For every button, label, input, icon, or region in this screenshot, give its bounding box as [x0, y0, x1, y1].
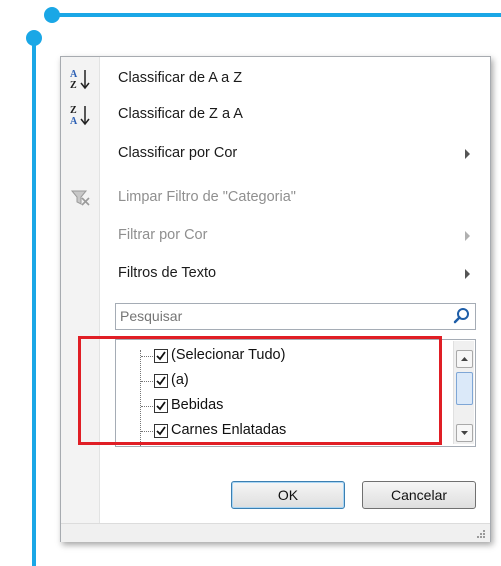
clear-filter-item[interactable]: Limpar Filtro de "Categoria"	[61, 180, 490, 216]
sort-a-to-z-item[interactable]: A Z Classificar de A a Z	[61, 61, 490, 97]
sort-za-icon: Z A	[70, 105, 90, 127]
scroll-thumb[interactable]	[456, 372, 473, 405]
sort-az-icon: A Z	[70, 69, 90, 91]
decorative-line-vertical	[32, 36, 36, 566]
autofilter-dropdown-menu: A Z Classificar de A a Z Z A Classificar…	[60, 56, 491, 542]
list-scrollbar[interactable]	[453, 341, 474, 444]
svg-text:Z: Z	[70, 80, 77, 91]
text-filters-item[interactable]: Filtros de Texto	[61, 256, 490, 292]
sort-by-color-item[interactable]: Classificar por Cor	[61, 136, 490, 172]
svg-text:A: A	[70, 69, 78, 80]
menu-item-label: Filtrar por Cor	[118, 227, 208, 243]
search-icon[interactable]	[453, 307, 471, 325]
chevron-down-icon	[461, 431, 468, 435]
search-input[interactable]	[120, 307, 440, 325]
menu-item-label: Classificar de A a Z	[118, 70, 243, 86]
menu-item-label: Classificar por Cor	[118, 145, 238, 161]
search-box[interactable]	[115, 303, 476, 330]
cancel-button[interactable]: Cancelar	[362, 481, 476, 509]
decorative-dot-top	[44, 7, 60, 23]
menu-resize-bar	[61, 523, 490, 542]
chevron-up-icon	[461, 357, 468, 361]
submenu-arrow-icon	[465, 269, 470, 279]
highlight-box	[78, 336, 442, 445]
menu-item-label: Limpar Filtro de "Categoria"	[118, 189, 296, 205]
scroll-up-button[interactable]	[456, 350, 473, 368]
decorative-dot-left	[26, 30, 42, 46]
svg-text:Z: Z	[70, 105, 77, 116]
filter-by-color-item[interactable]: Filtrar por Cor	[61, 218, 490, 254]
clear-filter-icon	[70, 190, 90, 206]
svg-text:A: A	[70, 116, 78, 127]
ok-button[interactable]: OK	[231, 481, 345, 509]
scroll-down-button[interactable]	[456, 424, 473, 442]
submenu-arrow-icon	[465, 149, 470, 159]
menu-item-label: Classificar de Z a A	[118, 106, 243, 122]
resize-grip-icon[interactable]	[476, 529, 486, 539]
sort-z-to-a-item[interactable]: Z A Classificar de Z a A	[61, 97, 490, 133]
decorative-line-horizontal	[52, 13, 501, 17]
submenu-arrow-icon	[465, 231, 470, 241]
menu-item-label: Filtros de Texto	[118, 265, 217, 281]
